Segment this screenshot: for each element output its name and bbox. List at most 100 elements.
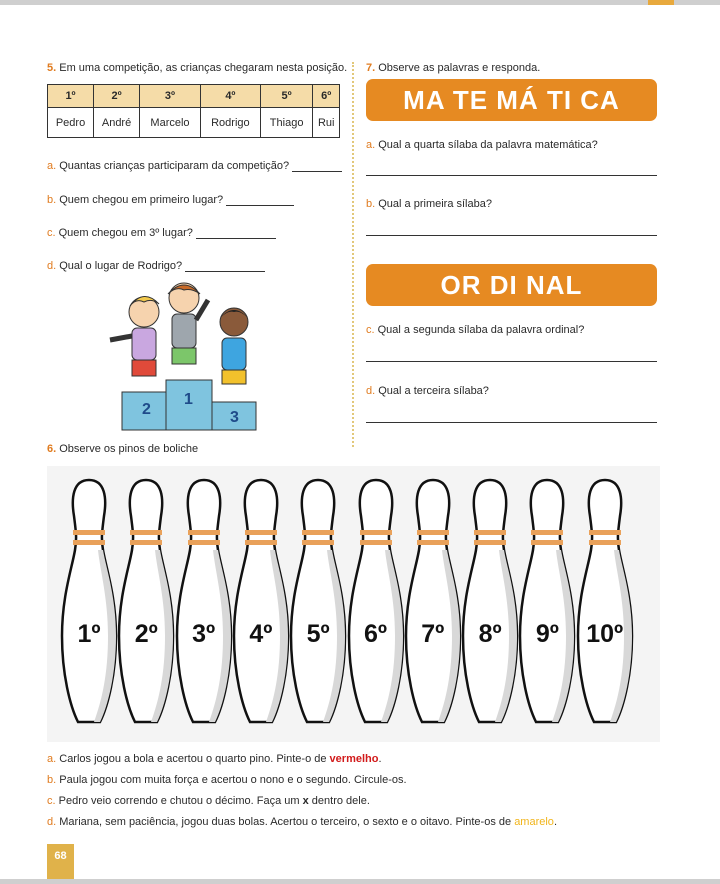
- q6d-text: Mariana, sem paciência, jogou duas bolas…: [59, 816, 512, 828]
- rank-name: Rui: [312, 107, 340, 138]
- q6-header: 6. Observe os pinos de boliche: [47, 443, 198, 455]
- bowling-pin-icon: [347, 478, 404, 724]
- kid-first: [167, 282, 211, 365]
- podium-label-third: 3: [230, 409, 239, 426]
- pin-label: 1º: [77, 620, 101, 648]
- bowling-pin[interactable]: [173, 478, 235, 724]
- bowling-pin-icon: [118, 478, 175, 724]
- answer-line[interactable]: [292, 171, 343, 172]
- q6c-letter: c.: [47, 795, 56, 807]
- kid-second: [109, 296, 160, 377]
- bowling-pin-icon: [576, 478, 633, 724]
- answer-line[interactable]: [195, 238, 276, 239]
- q7b-letter: b.: [366, 198, 376, 210]
- bowling-pin-icon: [404, 478, 462, 724]
- q7c: c. Qual a segunda sílaba da palavra ordi…: [366, 324, 584, 336]
- q7-prompt: Observe as palavras e responda.: [378, 62, 541, 74]
- q5c-text: Quem chegou em 3º lugar?: [58, 227, 193, 239]
- syllable-box-matematica: MA TE MÁ TI CA: [366, 79, 657, 121]
- answer-line[interactable]: [366, 175, 657, 176]
- pin-label: 9º: [535, 620, 559, 648]
- q6a-letter: a.: [47, 753, 57, 765]
- q6a-text: Carlos jogou a bola e acertou o quarto p…: [59, 753, 327, 765]
- q5-number: 5.: [47, 62, 57, 74]
- q5c: c. Quem chegou em 3º lugar?: [47, 227, 276, 239]
- q5a: a. Quantas crianças participaram da comp…: [47, 160, 343, 172]
- bowling-pin-icon: [461, 478, 519, 724]
- q5d-text: Qual o lugar de Rodrigo?: [59, 260, 183, 272]
- q7-number: 7.: [366, 62, 376, 74]
- bowling-pin-icon: [519, 478, 576, 724]
- rank-name: André: [93, 107, 141, 138]
- q6-prompt: Observe os pinos de boliche: [59, 443, 199, 455]
- q7c-text: Qual a segunda sílaba da palavra ordinal…: [377, 324, 585, 336]
- q6c-text2: dentro dele.: [311, 795, 370, 807]
- bowling-pin-icon: [60, 478, 118, 724]
- rank-name: Rodrigo: [199, 107, 261, 138]
- q7a-text: Qual a quarta sílaba da palavra matemáti…: [378, 139, 598, 151]
- q6d-end: .: [553, 816, 557, 828]
- q7a: a. Qual a quarta sílaba da palavra matem…: [366, 139, 598, 151]
- q5d: d. Qual o lugar de Rodrigo?: [47, 260, 266, 272]
- pin-label: 2º: [134, 620, 158, 648]
- q5c-letter: c.: [47, 227, 56, 239]
- rank-header: 2º: [93, 84, 141, 108]
- rank-header: 5º: [259, 84, 314, 108]
- q6-number: 6.: [47, 443, 57, 455]
- answer-line[interactable]: [366, 235, 657, 236]
- q5-prompt: Em uma competição, as crianças chegaram …: [59, 62, 348, 74]
- q6c: c. Pedro veio correndo e chutou o décimo…: [47, 795, 370, 807]
- bowling-pin[interactable]: [230, 478, 292, 724]
- pin-label: 5º: [306, 620, 330, 648]
- podium-label-second: 2: [142, 401, 151, 418]
- ranking-header-row: 1º 2º 3º 4º 5º 6º: [46, 84, 340, 108]
- answer-line[interactable]: [185, 271, 266, 272]
- bowling-pin[interactable]: [58, 478, 120, 724]
- q7b: b. Qual a primeira sílaba?: [366, 198, 492, 210]
- q6b-text: Paula jogou com muita força e acertou o …: [59, 774, 407, 786]
- ranking-table: 1º 2º 3º 4º 5º 6º Pedro André Marcelo Ro…: [46, 84, 340, 138]
- bowling-pin[interactable]: [287, 478, 349, 724]
- pin-label: 7º: [421, 620, 445, 648]
- rank-header: 4º: [199, 84, 261, 108]
- q6a: a. Carlos jogou a bola e acertou o quart…: [47, 753, 382, 765]
- answer-line[interactable]: [366, 422, 657, 423]
- rank-header: 3º: [139, 84, 201, 108]
- q7d-letter: d.: [366, 385, 376, 397]
- ranking-names-row: Pedro André Marcelo Rodrigo Thiago Rui: [46, 107, 340, 138]
- q5d-letter: d.: [47, 260, 57, 272]
- bowling-pin[interactable]: [402, 478, 464, 724]
- q6b-letter: b.: [47, 774, 57, 786]
- bowling-pin-icon: [232, 478, 290, 724]
- pin-label: 4º: [249, 620, 273, 648]
- syllable-box-ordinal: OR DI NAL: [366, 264, 657, 306]
- q7c-letter: c.: [366, 324, 375, 336]
- bowling-pin[interactable]: [516, 478, 578, 724]
- podium-illustration: 2 1 3: [109, 282, 257, 431]
- q7-header: 7. Observe as palavras e responda.: [366, 62, 540, 74]
- bowling-pin[interactable]: [574, 478, 636, 724]
- kid-third: [219, 307, 249, 385]
- rank-name: Thiago: [259, 107, 314, 138]
- column-divider: [352, 62, 354, 447]
- q7d-text: Qual a terceira sílaba?: [378, 385, 489, 397]
- q6a-color: vermelho: [329, 753, 379, 765]
- pin-label: 8º: [478, 620, 502, 648]
- q6d-letter: d.: [47, 816, 57, 828]
- answer-line[interactable]: [226, 205, 295, 206]
- answer-line[interactable]: [366, 361, 657, 362]
- q6b: b. Paula jogou com muita força e acertou…: [47, 774, 407, 786]
- q6c-x: x: [302, 795, 309, 807]
- q5b: b. Quem chegou em primeiro lugar?: [47, 194, 295, 206]
- q5a-text: Quantas crianças participaram da competi…: [59, 160, 290, 172]
- bottom-bar: [0, 879, 720, 884]
- pin-label: 10º: [586, 620, 624, 648]
- pin-label: 6º: [363, 620, 388, 648]
- q6d: d. Mariana, sem paciência, jogou duas bo…: [47, 816, 557, 828]
- bowling-pin[interactable]: [115, 478, 177, 724]
- bowling-pin-icon: [175, 478, 232, 724]
- bowling-pin[interactable]: [345, 478, 407, 724]
- rank-header: 6º: [312, 84, 340, 108]
- bowling-pin[interactable]: [459, 478, 521, 724]
- top-corner-mark: [648, 0, 674, 5]
